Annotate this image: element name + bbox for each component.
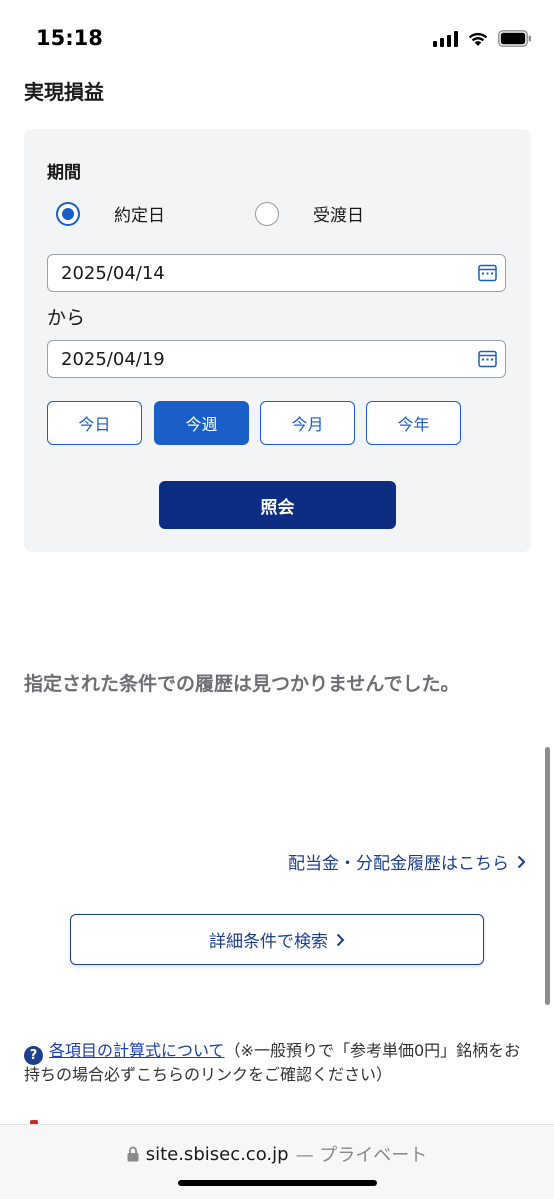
radio-button-unchecked[interactable] [255,201,279,226]
chevron-right-icon [517,855,526,868]
range-this-week-button[interactable]: 今週 [154,401,249,445]
formula-link[interactable]: 各項目の計算式について [49,1041,225,1060]
page: 15:18 実現損益 期間 約定日 受渡日 2025/04/14 から 2025… [0,0,554,1199]
formula-note: ? 各項目の計算式について（※一般預りで「参考単価0円」銘柄をお持ちの場合必ずこち… [24,1041,534,1084]
search-form-panel: 期間 約定日 受渡日 2025/04/14 から 2025/04/19 今日 今… [24,129,531,552]
dividend-history-link[interactable]: 配当金・分配金履歴はこちら [288,849,526,874]
lock-icon [127,1146,139,1162]
from-date-value: 2025/04/14 [61,262,165,284]
page-title: 実現損益 [24,80,104,104]
calendar-icon[interactable] [478,264,497,282]
url-row[interactable]: site.sbisec.co.jp — プライベート [0,1141,554,1167]
inquiry-button[interactable]: 照会 [159,481,396,529]
radio-settlement-date[interactable]: 受渡日 [255,201,364,226]
home-indicator [178,1180,377,1186]
detail-search-button[interactable]: 詳細条件で検索 [70,914,484,965]
date-range-separator: から [47,307,86,329]
dividend-history-link-text: 配当金・分配金履歴はこちら [288,854,509,874]
radio-button-checked[interactable] [56,201,80,226]
url-domain: site.sbisec.co.jp [145,1143,289,1165]
range-today-button[interactable]: 今日 [47,401,142,445]
cellular-signal-icon [433,30,458,47]
range-this-month-button[interactable]: 今月 [260,401,355,445]
calendar-icon[interactable] [478,350,497,368]
no-results-message: 指定された条件での履歴は見つかりませんでした。 [24,673,460,695]
to-date-input[interactable]: 2025/04/19 [47,340,506,378]
status-bar: 15:18 [0,0,554,80]
wifi-icon [468,32,488,46]
scrollbar[interactable] [545,747,550,1005]
radio-trade-date[interactable]: 約定日 [56,201,165,226]
battery-icon [498,30,531,47]
browser-url-bar[interactable]: site.sbisec.co.jp — プライベート [0,1124,554,1199]
to-date-value: 2025/04/19 [61,348,165,370]
private-browsing-label: — プライベート [295,1145,428,1166]
chevron-right-icon [336,933,345,946]
radio-trade-date-label: 約定日 [114,206,165,226]
detail-search-label: 詳細条件で検索 [209,932,328,952]
period-label: 期間 [47,163,81,183]
radio-settlement-date-label: 受渡日 [313,206,364,226]
range-this-year-button[interactable]: 今年 [366,401,461,445]
status-icons [433,30,532,47]
question-icon: ? [24,1046,43,1065]
status-time: 15:18 [36,26,103,50]
from-date-input[interactable]: 2025/04/14 [47,254,506,292]
